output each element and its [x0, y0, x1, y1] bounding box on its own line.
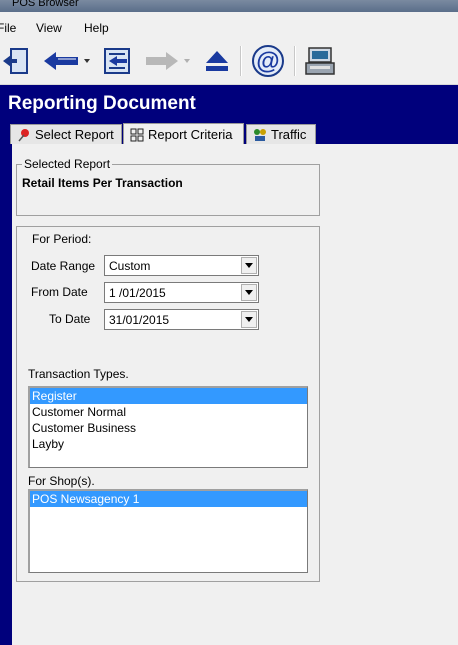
tab-traffic[interactable]: Traffic — [246, 124, 316, 144]
traffic-icon — [253, 128, 267, 142]
list-item[interactable]: Layby — [30, 436, 307, 452]
tab-label: Select Report — [35, 127, 114, 142]
back-button[interactable] — [42, 44, 94, 78]
toolbar-separator — [294, 46, 296, 76]
transaction-types-list[interactable]: Register Customer Normal Customer Busine… — [28, 386, 308, 468]
transaction-types-label: Transaction Types. — [28, 367, 129, 381]
to-date-value: 31/01/2015 — [109, 313, 170, 327]
criteria-icon — [130, 128, 144, 142]
eject-icon — [206, 51, 228, 71]
pos-terminal-button[interactable] — [302, 44, 338, 78]
date-range-value: Custom — [109, 259, 151, 273]
list-item[interactable]: Customer Normal — [30, 404, 307, 420]
date-range-label: Date Range — [31, 259, 96, 273]
pin-icon — [17, 128, 31, 142]
list-item[interactable]: POS Newsagency 1 — [30, 491, 307, 507]
arrow-left-icon — [44, 52, 90, 70]
window-title: POS Browser — [12, 0, 79, 9]
page-title: Reporting Document — [8, 93, 196, 114]
selected-report-legend: Selected Report — [22, 157, 113, 171]
toolbar: @ — [0, 40, 458, 85]
chevron-down-icon[interactable] — [241, 311, 257, 328]
from-date-label: From Date — [31, 285, 88, 299]
period-label: For Period: — [32, 232, 92, 246]
list-item[interactable]: Register — [30, 388, 307, 404]
login-button[interactable] — [0, 44, 32, 78]
from-date-value: 1 /01/2015 — [109, 286, 166, 300]
menu-file[interactable]: File — [0, 21, 16, 35]
menu-bar: File View Help — [0, 12, 458, 40]
forward-button[interactable] — [142, 44, 194, 78]
tab-label: Traffic — [271, 127, 307, 142]
menu-help[interactable]: Help — [84, 21, 109, 35]
svg-text:@: @ — [256, 48, 279, 75]
eject-button[interactable] — [202, 44, 232, 78]
toolbar-separator — [240, 46, 242, 76]
window-titlebar: POS Browser — [0, 0, 458, 12]
tab-report-criteria[interactable]: Report Criteria — [123, 123, 244, 145]
login-icon — [3, 48, 28, 74]
cash-register-icon — [305, 47, 335, 75]
tab-select-report[interactable]: Select Report — [10, 124, 122, 144]
selected-report-name: Retail Items Per Transaction — [22, 176, 183, 190]
menu-view[interactable]: View — [36, 21, 62, 35]
arrow-right-icon — [146, 52, 190, 70]
chevron-down-icon[interactable] — [241, 257, 257, 274]
shops-label: For Shop(s). — [28, 474, 95, 488]
export-button[interactable] — [100, 44, 134, 78]
chevron-down-icon[interactable] — [241, 284, 257, 301]
selected-report-group — [16, 164, 320, 216]
date-range-select[interactable]: Custom — [104, 255, 259, 276]
tab-label: Report Criteria — [148, 127, 233, 142]
shops-list[interactable]: POS Newsagency 1 — [28, 489, 308, 573]
report-criteria-panel: Selected Report Retail Items Per Transac… — [12, 144, 458, 645]
list-item[interactable]: Customer Business — [30, 420, 307, 436]
from-date-picker[interactable]: 1 /01/2015 — [104, 282, 259, 303]
to-date-picker[interactable]: 31/01/2015 — [104, 309, 259, 330]
document-arrow-icon — [104, 48, 130, 74]
to-date-label: To Date — [49, 312, 91, 326]
at-sign-icon: @ — [252, 45, 284, 77]
email-button[interactable]: @ — [250, 44, 286, 78]
